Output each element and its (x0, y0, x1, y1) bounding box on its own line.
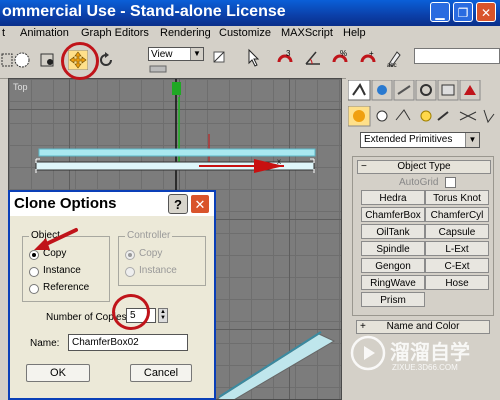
cancel-button[interactable]: Cancel (130, 364, 192, 382)
percent-snap-icon[interactable]: % (330, 48, 350, 68)
window-title-bar: ommercial Use - Stand-alone License ▁ ❐ … (0, 0, 500, 26)
minimize-button[interactable]: ▁ (430, 2, 450, 22)
torus-knot-button[interactable]: Torus Knot (425, 190, 489, 205)
primitive-type-value: Extended Primitives (364, 134, 453, 145)
dialog-title-bar: Clone Options ? ✕ (10, 192, 214, 216)
rotate-tool-icon[interactable] (96, 50, 116, 70)
named-selection-input[interactable] (414, 48, 500, 64)
c-ext-button[interactable]: C-Ext (425, 258, 489, 273)
command-panel-tabs[interactable] (348, 80, 498, 102)
menu-item-help[interactable]: Help (343, 27, 366, 39)
watermark: 溜溜自学 ZIXUE.3D66.COM (350, 330, 495, 380)
ok-button[interactable]: OK (26, 364, 90, 382)
clone-options-dialog: Clone Options ? ✕ Object Copy Instance R… (8, 190, 216, 400)
autogrid-label: AutoGrid (399, 177, 439, 188)
copies-highlight-circle (112, 294, 150, 330)
hedra-button[interactable]: Hedra (361, 190, 425, 205)
chamferbox-button[interactable]: ChamferBox (361, 207, 425, 222)
collapse-icon: − (361, 161, 367, 172)
oiltank-button[interactable]: OilTank (361, 224, 425, 239)
controller-instance-label: Instance (139, 265, 177, 276)
gengon-button[interactable]: Gengon (361, 258, 425, 273)
instance-radio[interactable] (29, 267, 39, 277)
controller-group: Controller Copy Instance (118, 230, 206, 286)
reference-coordinate-value: View (151, 49, 173, 60)
svg-text:+: + (369, 49, 374, 58)
name-input[interactable]: ChamferBox02 (68, 334, 188, 351)
watermark-logo-icon (350, 335, 386, 371)
autogrid-checkbox[interactable] (445, 177, 456, 188)
perspective-object (216, 333, 336, 399)
move-tool-highlight-circle (61, 42, 99, 80)
gizmo-x-label: x (277, 157, 281, 166)
controller-group-label: Controller (125, 230, 173, 241)
menu-item-rendering[interactable]: Rendering (160, 27, 211, 39)
menu-item-edit[interactable]: t (2, 27, 5, 39)
svg-text:%: % (340, 49, 347, 58)
dialog-help-button[interactable]: ? (168, 194, 188, 214)
prism-button[interactable]: Prism (361, 292, 425, 307)
object-type-rollout: − Object Type AutoGrid Hedra Torus Knot … (352, 156, 494, 316)
close-window-button[interactable]: ✕ (476, 2, 496, 22)
l-ext-button[interactable]: L-Ext (425, 241, 489, 256)
copies-spinner[interactable]: ▲ ▼ (158, 308, 168, 323)
controller-instance-radio[interactable] (125, 267, 135, 277)
edit-named-selection-icon[interactable]: abc (385, 48, 405, 68)
reference-radio-label: Reference (43, 282, 90, 293)
chamferbox-object[interactable] (38, 148, 316, 157)
name-label: Name: (30, 338, 60, 349)
svg-text:abc: abc (387, 63, 397, 68)
menu-bar: t Animation Graph Editors Rendering Cust… (0, 26, 500, 42)
watermark-url: ZIXUE.3D66.COM (392, 363, 458, 372)
chevron-down-icon: ▼ (465, 133, 479, 147)
use-pivot-icon[interactable] (210, 48, 230, 68)
dialog-title: Clone Options (14, 195, 117, 212)
annotation-arrow-icon (34, 228, 78, 250)
create-category-icons[interactable] (348, 106, 498, 128)
primitive-type-select[interactable]: Extended Primitives ▼ (360, 132, 480, 148)
snap-3d-icon[interactable]: 3 (275, 48, 295, 68)
capsule-button[interactable]: Capsule (425, 224, 489, 239)
menu-item-graph-editors[interactable]: Graph Editors (81, 27, 149, 39)
controller-copy-radio[interactable] (125, 250, 135, 260)
pivot-icon[interactable] (148, 64, 168, 74)
controller-copy-label: Copy (139, 248, 163, 259)
instance-radio-label: Instance (43, 265, 81, 276)
menu-item-maxscript[interactable]: MAXScript (281, 27, 333, 39)
gizmo-y-arrow (172, 82, 181, 95)
menu-item-animation[interactable]: Animation (20, 27, 69, 39)
svg-text:3: 3 (286, 49, 291, 58)
dialog-close-button[interactable]: ✕ (190, 194, 210, 214)
watermark-brand: 溜溜自学 (390, 342, 470, 364)
maximize-button[interactable]: ❐ (453, 2, 473, 22)
angle-snap-icon[interactable] (303, 48, 323, 68)
hose-button[interactable]: Hose (425, 275, 489, 290)
chamfercyl-button[interactable]: ChamferCyl (425, 207, 489, 222)
ringwave-button[interactable]: RingWave (361, 275, 425, 290)
perspective-edge (218, 331, 322, 398)
window-title: ommercial Use - Stand-alone License (2, 3, 286, 20)
window-crossing-icon[interactable] (38, 50, 58, 70)
chevron-down-icon: ▼ (190, 48, 203, 60)
circle-region-icon[interactable] (12, 50, 32, 70)
spinner-snap-icon[interactable]: + (358, 48, 378, 68)
reference-radio[interactable] (29, 284, 39, 294)
spindle-button[interactable]: Spindle (361, 241, 425, 256)
select-manipulate-icon[interactable] (244, 48, 264, 68)
object-type-header[interactable]: − Object Type (357, 160, 491, 174)
reference-coordinate-select[interactable]: View ▼ (148, 47, 204, 61)
menu-item-customize[interactable]: Customize (219, 27, 271, 39)
object-type-title: Object Type (397, 161, 451, 172)
